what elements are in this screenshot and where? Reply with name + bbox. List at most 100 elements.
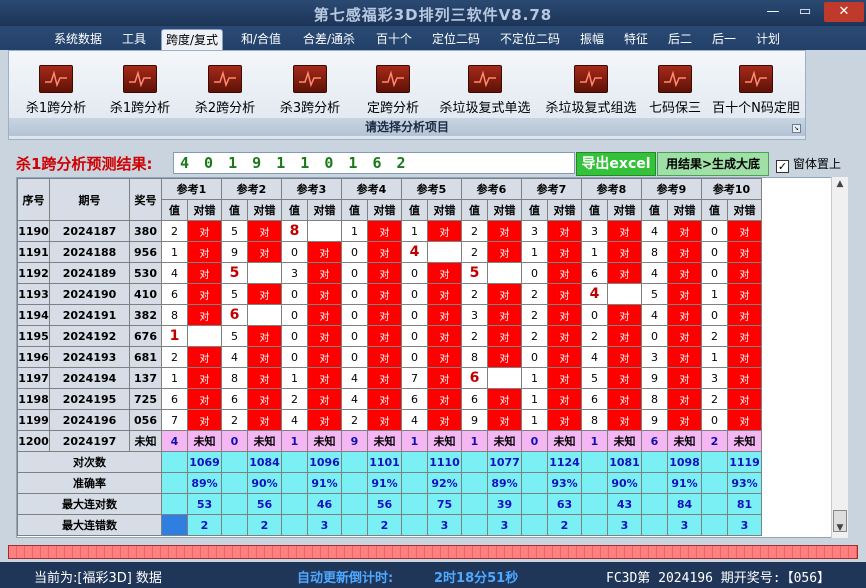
menu-item-fixed-two[interactable]: 定位二码 [428,29,484,50]
tool-fixed-span[interactable]: 定跨分析 [353,65,433,116]
chart-icon [39,65,73,93]
check-correct: 对 [367,304,402,326]
row-value: 3 [581,220,608,242]
header-prize[interactable]: 奖号 [129,178,162,221]
header-check[interactable]: 对错 [367,199,402,221]
menu-item-sum[interactable]: 和/合值 [237,29,285,50]
scroll-down-icon[interactable]: ▼ [834,523,846,535]
selected-cell[interactable] [161,514,188,536]
stats-value: 92% [427,472,462,494]
menu-item-unfixed-two[interactable]: 不定位二码 [496,29,564,50]
tool-kill1-span-a[interactable]: 杀1跨分析 [15,65,97,116]
menu-item-last-two[interactable]: 后二 [664,29,696,50]
row-value: 0 [701,262,728,284]
header-value[interactable]: 值 [161,199,188,221]
export-excel-button[interactable]: 导出excel [576,152,656,176]
table-row[interactable]: 1191 2024188 956 1 对 9 对 0 对 0 对 4 2 对 1 对 1 对 8 对 0 对 [17,241,762,263]
header-ref-1[interactable]: 参考1 [161,178,222,200]
check-correct: 对 [187,241,222,263]
header-value[interactable]: 值 [461,199,488,221]
tool-kill3-span[interactable]: 杀3跨分析 [269,65,351,116]
header-ref-4[interactable]: 参考4 [341,178,402,200]
tool-kill2-span[interactable]: 杀2跨分析 [184,65,266,116]
header-check[interactable]: 对错 [187,199,222,221]
header-check[interactable]: 对错 [727,199,762,221]
scroll-up-icon[interactable]: ▲ [834,179,846,191]
table-row[interactable]: 1195 2024192 676 1 5 对 0 对 0 对 0 对 2 对 2 对 2 对 0 对 2 对 [17,325,762,347]
table-row[interactable]: 1190 2024187 380 2 对 5 对 8 1 对 1 对 2 对 3 对 3 对 4 对 0 对 [17,220,762,242]
header-ref-6[interactable]: 参考6 [461,178,522,200]
table-row[interactable]: 1199 2024196 056 7 对 2 对 4 对 2 对 4 对 9 对 1 对 8 对 9 对 0 对 [17,409,762,431]
row-value: 2 [221,409,248,431]
generate-base-button[interactable]: 用结果>生成大底 [657,152,769,176]
table-row[interactable]: 1194 2024191 382 8 对 6 0 对 0 对 0 对 3 对 2 对 0 对 4 对 0 对 [17,304,762,326]
header-check[interactable]: 对错 [547,199,582,221]
header-value[interactable]: 值 [701,199,728,221]
header-value[interactable]: 值 [581,199,608,221]
header-value[interactable]: 值 [521,199,548,221]
header-check[interactable]: 对错 [667,199,702,221]
maximize-button[interactable]: ▭ [790,2,820,22]
header-ref-3[interactable]: 参考3 [281,178,342,200]
tool-kill-junk-single[interactable]: 杀垃圾复式单选 [433,65,537,116]
header-ref-2[interactable]: 参考2 [221,178,282,200]
check-correct: 对 [367,283,402,305]
header-value[interactable]: 值 [221,199,248,221]
prediction-value: 2 [701,430,728,452]
menu-item-span-compound[interactable]: 跨度/复式 [161,29,224,50]
header-ref-8[interactable]: 参考8 [581,178,642,200]
tool-n-code-bile[interactable]: 百十个N码定胆 [709,65,803,116]
table-row[interactable]: 1197 2024194 137 1 对 8 对 1 对 4 对 7 对 6 1 对 5 对 9 对 3 对 [17,367,762,389]
check-correct: 对 [187,367,222,389]
check-correct: 对 [367,388,402,410]
check-wrong [487,262,522,284]
header-ref-7[interactable]: 参考7 [521,178,582,200]
menu-item-plan[interactable]: 计划 [752,29,784,50]
header-check[interactable]: 对错 [427,199,462,221]
check-correct: 对 [367,262,402,284]
table-row[interactable]: 1198 2024195 725 6 对 6 对 2 对 4 对 6 对 6 对 1 对 6 对 8 对 2 对 [17,388,762,410]
stats-spacer [641,514,668,536]
table-row[interactable]: 1192 2024189 530 4 对 5 3 对 0 对 0 对 5 0 对 6 对 4 对 0 对 [17,262,762,284]
vertical-scrollbar[interactable]: ▲ ▼ [831,177,848,538]
menu-item-position[interactable]: 百十个 [372,29,416,50]
header-period[interactable]: 期号 [49,178,130,221]
prediction-value: 1 [401,430,428,452]
header-check[interactable]: 对错 [247,199,282,221]
menu-item-tools[interactable]: 工具 [118,29,150,50]
stay-on-top-checkbox[interactable]: ✓ 窗体置上 [776,155,841,173]
tool-kill1-span-b[interactable]: 杀1跨分析 [99,65,181,116]
result-field[interactable]: 4 0 1 9 1 1 0 1 6 2 [173,152,575,174]
header-value[interactable]: 值 [401,199,428,221]
menu-item-last-one[interactable]: 后一 [708,29,740,50]
close-button[interactable]: ✕ [824,2,864,22]
header-ref-5[interactable]: 参考5 [401,178,462,200]
countdown-label: 自动更新倒计时: [297,571,394,586]
expand-icon[interactable]: ↘ [792,124,801,133]
tool-seven-code[interactable]: 七码保三 [643,65,707,116]
header-seq[interactable]: 序号 [17,178,50,221]
header-check[interactable]: 对错 [487,199,522,221]
check-correct: 对 [667,388,702,410]
prediction-unknown: 未知 [667,430,702,452]
row-value: 2 [161,220,188,242]
row-period: 2024188 [49,241,130,263]
table-row[interactable]: 1196 2024193 681 2 对 4 对 0 对 0 对 0 对 8 对 0 对 4 对 3 对 1 对 [17,346,762,368]
table-row-prediction[interactable]: 1200 2024197 未知 4 未知 0 未知 1 未知 9 未知 1 未知 1 未知 0 未知 1 未知 6 未知… [17,430,762,452]
header-ref-9[interactable]: 参考9 [641,178,702,200]
header-value[interactable]: 值 [641,199,668,221]
minimize-button[interactable]: — [758,2,788,22]
menu-item-diff[interactable]: 合差/通杀 [299,29,359,50]
menu-item-amplitude[interactable]: 振幅 [576,29,608,50]
header-ref-10[interactable]: 参考10 [701,178,762,200]
chart-icon [658,65,692,93]
header-value[interactable]: 值 [281,199,308,221]
header-check[interactable]: 对错 [307,199,342,221]
header-check[interactable]: 对错 [607,199,642,221]
prediction-value: 4 [161,430,188,452]
menu-item-feature[interactable]: 特征 [620,29,652,50]
header-value[interactable]: 值 [341,199,368,221]
tool-kill-junk-group[interactable]: 杀垃圾复式组选 [539,65,643,116]
menu-item-system-data[interactable]: 系统数据 [50,29,106,50]
table-row[interactable]: 1193 2024190 410 6 对 5 对 0 对 0 对 0 对 2 对 2 对 4 5 对 1 对 [17,283,762,305]
